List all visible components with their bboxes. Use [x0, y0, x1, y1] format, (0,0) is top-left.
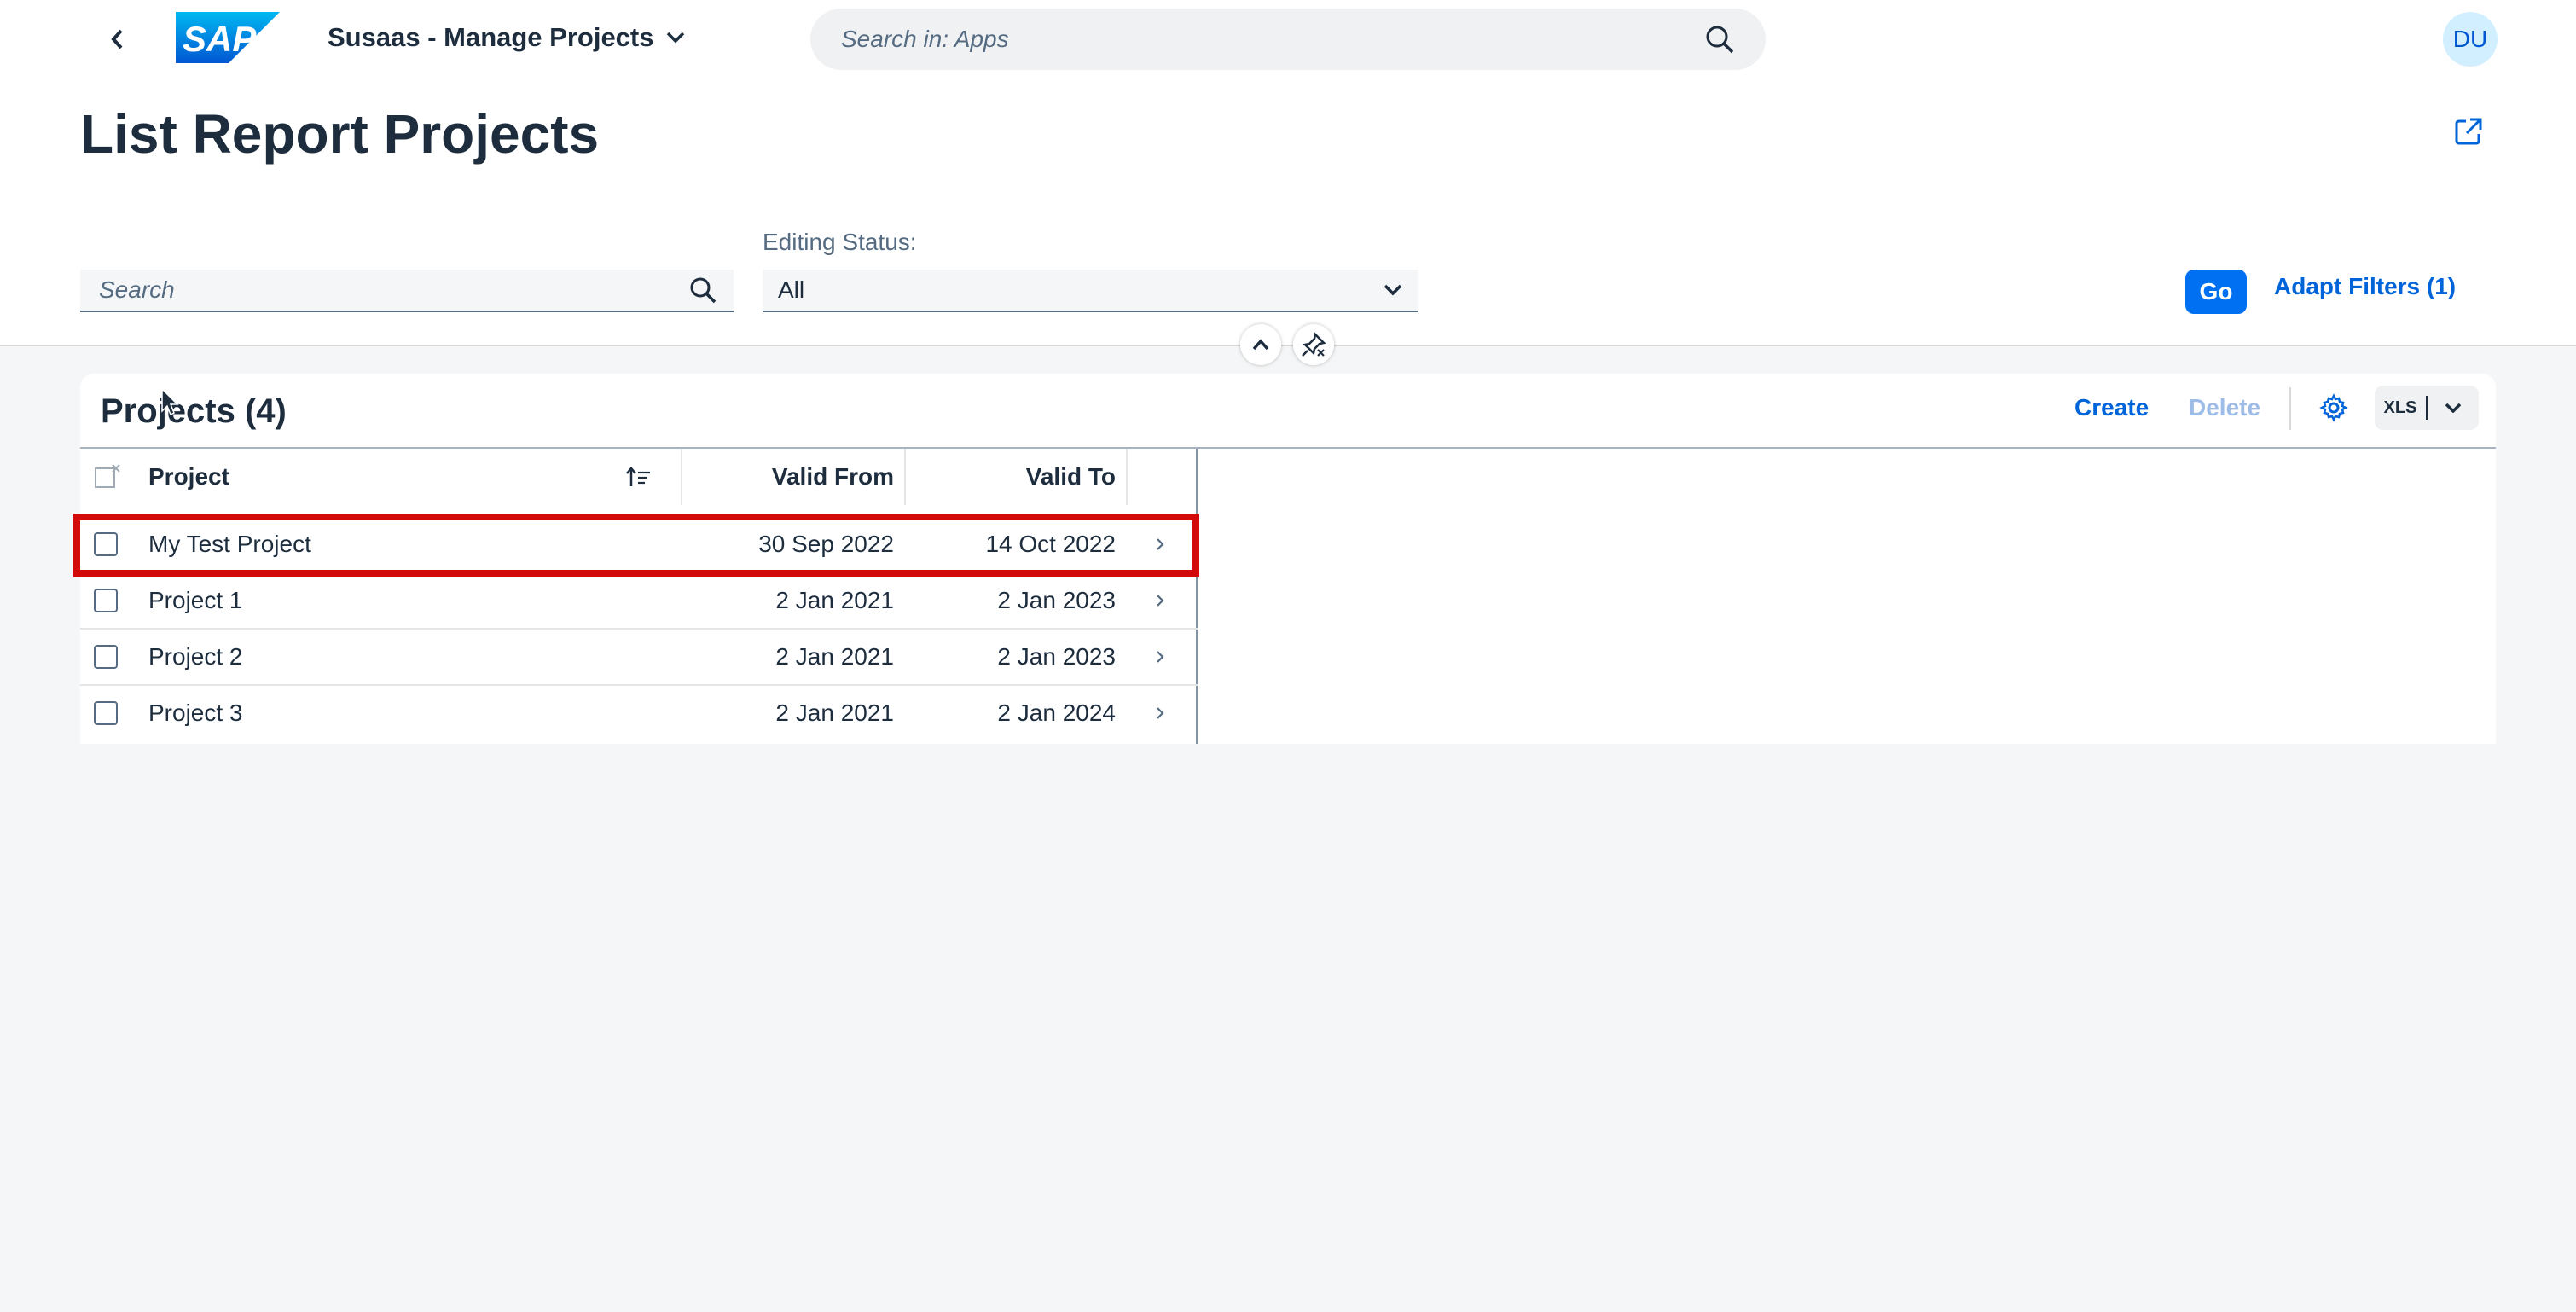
row-project: Project 1	[148, 587, 243, 613]
user-avatar[interactable]: DU	[2443, 12, 2498, 67]
chevron-down-icon	[2445, 403, 2462, 413]
row-valid-from: 30 Sep 2022	[758, 531, 894, 557]
chevron-right-icon[interactable]	[1150, 590, 1170, 611]
column-header-valid-from-label: Valid From	[771, 463, 894, 490]
create-button[interactable]: Create	[2074, 394, 2149, 421]
app-title: Susaas - Manage Projects	[328, 22, 654, 52]
adapt-filters-button[interactable]: Adapt Filters (1)	[2274, 273, 2456, 300]
shell-search-field[interactable]: Search in: Apps	[810, 9, 1766, 70]
editing-status-value: All	[778, 276, 805, 303]
delete-button[interactable]: Delete	[2189, 394, 2260, 421]
table-header-divider	[80, 447, 2496, 449]
table-settings-button[interactable]	[2315, 389, 2353, 427]
row-valid-to: 2 Jan 2024	[997, 700, 1116, 726]
column-divider	[904, 449, 906, 505]
row-project: Project 3	[148, 700, 243, 726]
export-xls-icon: XLS	[2383, 398, 2417, 417]
unpin-icon	[1302, 332, 1326, 357]
toolbar-separator	[2289, 387, 2291, 430]
row-checkbox[interactable]	[94, 532, 118, 556]
search-icon[interactable]	[1704, 24, 1735, 55]
row-project: Project 2	[148, 643, 243, 670]
row-checkbox[interactable]	[94, 701, 118, 725]
row-valid-from: 2 Jan 2021	[775, 587, 894, 613]
export-menu-button[interactable]	[2428, 403, 2479, 413]
shell-bar: SAP Susaas - Manage Projects Search in: …	[0, 0, 2576, 78]
app-title-menu[interactable]: Susaas - Manage Projects	[328, 22, 685, 53]
back-button[interactable]	[101, 22, 135, 56]
user-initials: DU	[2452, 26, 2488, 52]
table-row[interactable]: Project 1 2 Jan 2021 2 Jan 2023	[80, 573, 1198, 630]
row-valid-to: 2 Jan 2023	[997, 643, 1116, 670]
table-title: Projects (4)	[101, 392, 287, 430]
column-header-project-label: Project	[148, 463, 229, 490]
chevron-right-icon[interactable]	[1150, 703, 1170, 723]
share-icon	[2455, 118, 2482, 145]
chevron-down-icon	[666, 32, 684, 44]
row-valid-to: 2 Jan 2023	[997, 587, 1116, 613]
select-all-checkbox[interactable]	[94, 449, 121, 505]
gear-icon	[2319, 393, 2348, 422]
column-divider	[1126, 449, 1128, 505]
row-valid-from: 2 Jan 2021	[775, 643, 894, 670]
row-valid-to: 14 Oct 2022	[985, 531, 1116, 557]
filter-search-field[interactable]	[80, 270, 734, 312]
chevron-up-icon	[1252, 339, 1269, 351]
table-row[interactable]: Project 2 2 Jan 2021 2 Jan 2023	[80, 630, 1198, 686]
share-button[interactable]	[2450, 113, 2487, 150]
filter-search-input[interactable]	[97, 276, 689, 305]
shell-search-placeholder: Search in: Apps	[841, 26, 1009, 52]
sap-logo[interactable]: SAP	[176, 12, 280, 63]
go-button[interactable]: Go	[2185, 270, 2247, 314]
row-checkbox[interactable]	[94, 645, 118, 669]
export-button[interactable]: XLS	[2375, 386, 2479, 430]
chevron-right-icon[interactable]	[1150, 534, 1170, 554]
page-title: List Report Projects	[80, 103, 600, 165]
editing-status-select[interactable]: All	[763, 270, 1418, 312]
collapse-header-button[interactable]	[1240, 324, 1281, 365]
chevron-right-icon[interactable]	[1150, 647, 1170, 667]
table-row[interactable]: My Test Project 30 Sep 2022 14 Oct 2022	[80, 517, 1198, 573]
clear-selection-icon	[95, 464, 120, 488]
search-icon[interactable]	[689, 276, 717, 304]
row-checkbox[interactable]	[94, 589, 118, 612]
page-header: List Report Projects Editing Status: All…	[0, 78, 2576, 346]
row-valid-from: 2 Jan 2021	[775, 700, 894, 726]
column-divider	[681, 449, 682, 505]
projects-table-card: Projects (4) Create Delete XLS Project V…	[80, 374, 2496, 744]
mouse-cursor-icon	[161, 387, 179, 416]
sort-ascending-icon	[626, 449, 652, 505]
column-header-valid-to-label: Valid To	[1025, 463, 1116, 490]
chevron-down-icon	[1384, 284, 1402, 296]
column-header-valid-to[interactable]: Valid To	[1026, 449, 1116, 505]
chevron-left-icon	[111, 29, 123, 49]
column-header-project[interactable]: Project	[148, 449, 229, 505]
column-header-valid-from[interactable]: Valid From	[772, 449, 894, 505]
svg-text:SAP: SAP	[183, 19, 257, 59]
table-row[interactable]: Project 3 2 Jan 2021 2 Jan 2024	[80, 686, 1198, 742]
editing-status-label: Editing Status:	[763, 229, 917, 255]
row-project: My Test Project	[148, 531, 311, 557]
unpin-header-button[interactable]	[1293, 324, 1334, 365]
